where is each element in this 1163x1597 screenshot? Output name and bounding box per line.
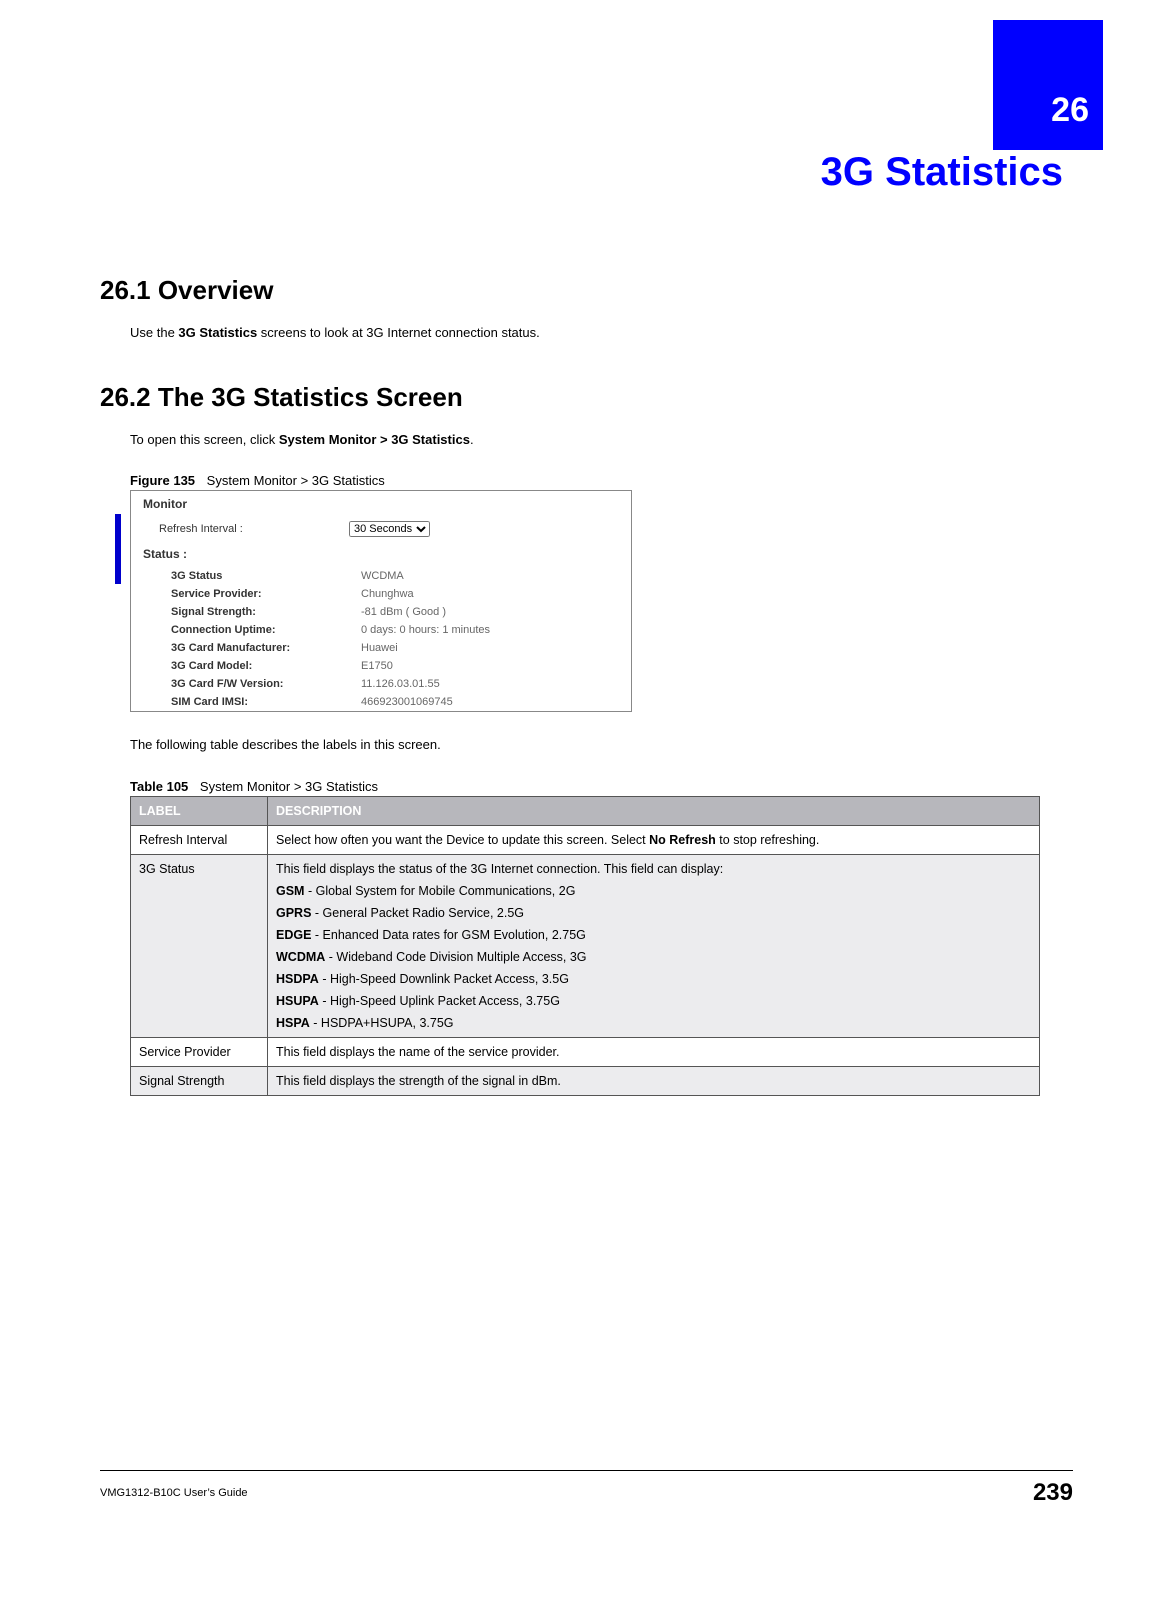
- cell-description: This field displays the strength of the …: [268, 1066, 1040, 1095]
- section-heading-overview: 26.1 Overview: [100, 275, 1073, 306]
- chapter-number: 26: [1051, 91, 1089, 130]
- chapter-number-tab: 26: [993, 20, 1103, 150]
- sidebar-accent: [115, 514, 121, 584]
- status-value: Chunghwa: [361, 588, 611, 600]
- footer-guide: VMG1312-B10C User’s Guide: [100, 1487, 248, 1499]
- table-intro-text: The following table describes the labels…: [130, 736, 1073, 754]
- table-caption: Table 105 System Monitor > 3G Statistics: [130, 779, 1073, 794]
- cell-label: Refresh Interval: [131, 825, 268, 854]
- th-label: LABEL: [131, 796, 268, 825]
- cell-label: Signal Strength: [131, 1066, 268, 1095]
- status-row: Connection Uptime:0 days: 0 hours: 1 min…: [131, 621, 631, 639]
- table-row: Refresh IntervalSelect how often you wan…: [131, 825, 1040, 854]
- status-value: Huawei: [361, 642, 611, 654]
- text-bold: 3G Statistics: [178, 325, 257, 340]
- text-bold: System Monitor > 3G Statistics: [279, 432, 470, 447]
- screenshot-panel: Monitor Refresh Interval : 30 Seconds St…: [130, 490, 632, 712]
- refresh-value-wrap: 30 Seconds: [349, 521, 611, 537]
- status-value: 11.126.03.01.55: [361, 678, 611, 690]
- text-prefix: To open this screen, click: [130, 432, 279, 447]
- text-suffix: .: [470, 432, 474, 447]
- status-label: 3G Status: [171, 570, 361, 582]
- refresh-interval-select[interactable]: 30 Seconds: [349, 521, 430, 537]
- status-label: Service Provider:: [171, 588, 361, 600]
- status-label: 3G Card Manufacturer:: [171, 642, 361, 654]
- config-table: LABEL DESCRIPTION Refresh IntervalSelect…: [130, 796, 1040, 1096]
- status-label: 3G Card Model:: [171, 660, 361, 672]
- status-label: SIM Card IMSI:: [171, 696, 361, 708]
- th-description: DESCRIPTION: [268, 796, 1040, 825]
- table-caption-text: System Monitor > 3G Statistics: [200, 779, 378, 794]
- text-prefix: Use the: [130, 325, 178, 340]
- page-footer: VMG1312-B10C User’s Guide 239: [100, 1470, 1073, 1507]
- cell-description: This field displays the status of the 3G…: [268, 854, 1040, 1037]
- cell-description: This field displays the name of the serv…: [268, 1037, 1040, 1066]
- footer-page-number: 239: [1033, 1479, 1073, 1507]
- status-row: Service Provider:Chunghwa: [131, 585, 631, 603]
- status-label: 3G Card F/W Version:: [171, 678, 361, 690]
- table-label: Table 105: [130, 779, 188, 794]
- status-rows: 3G StatusWCDMAService Provider:ChunghwaS…: [131, 567, 631, 711]
- status-row: 3G Card Manufacturer:Huawei: [131, 639, 631, 657]
- status-row: SIM Card IMSI:466923001069745: [131, 693, 631, 711]
- cell-description: Select how often you want the Device to …: [268, 825, 1040, 854]
- figure-caption: Figure 135 System Monitor > 3G Statistic…: [130, 473, 1073, 488]
- section-heading-screen: 26.2 The 3G Statistics Screen: [100, 382, 1073, 413]
- status-row: 3G Card Model:E1750: [131, 657, 631, 675]
- status-row: 3G Card F/W Version:11.126.03.01.55: [131, 675, 631, 693]
- screen-open-text: To open this screen, click System Monito…: [130, 431, 1073, 449]
- chapter-title: 3G Statistics: [100, 150, 1073, 195]
- refresh-label: Refresh Interval :: [159, 523, 349, 535]
- status-heading: Status :: [131, 541, 631, 567]
- table-row: 3G StatusThis field displays the status …: [131, 854, 1040, 1037]
- table-row: Signal StrengthThis field displays the s…: [131, 1066, 1040, 1095]
- status-value: 466923001069745: [361, 696, 611, 708]
- table-row: Service ProviderThis field displays the …: [131, 1037, 1040, 1066]
- figure-label: Figure 135: [130, 473, 195, 488]
- cell-label: Service Provider: [131, 1037, 268, 1066]
- table-header-row: LABEL DESCRIPTION: [131, 796, 1040, 825]
- overview-text: Use the 3G Statistics screens to look at…: [130, 324, 1073, 342]
- status-label: Signal Strength:: [171, 606, 361, 618]
- status-label: Connection Uptime:: [171, 624, 361, 636]
- refresh-row: Refresh Interval : 30 Seconds: [131, 517, 631, 541]
- status-value: 0 days: 0 hours: 1 minutes: [361, 624, 611, 636]
- page: 26 3G Statistics 26.1 Overview Use the 3…: [0, 0, 1163, 1537]
- status-row: Signal Strength:-81 dBm ( Good ): [131, 603, 631, 621]
- status-value: -81 dBm ( Good ): [361, 606, 611, 618]
- cell-label: 3G Status: [131, 854, 268, 1037]
- text-suffix: screens to look at 3G Internet connectio…: [257, 325, 540, 340]
- status-row: 3G StatusWCDMA: [131, 567, 631, 585]
- figure-caption-text: System Monitor > 3G Statistics: [207, 473, 385, 488]
- status-value: WCDMA: [361, 570, 611, 582]
- monitor-heading: Monitor: [131, 491, 631, 517]
- table-body: Refresh IntervalSelect how often you wan…: [131, 825, 1040, 1095]
- status-value: E1750: [361, 660, 611, 672]
